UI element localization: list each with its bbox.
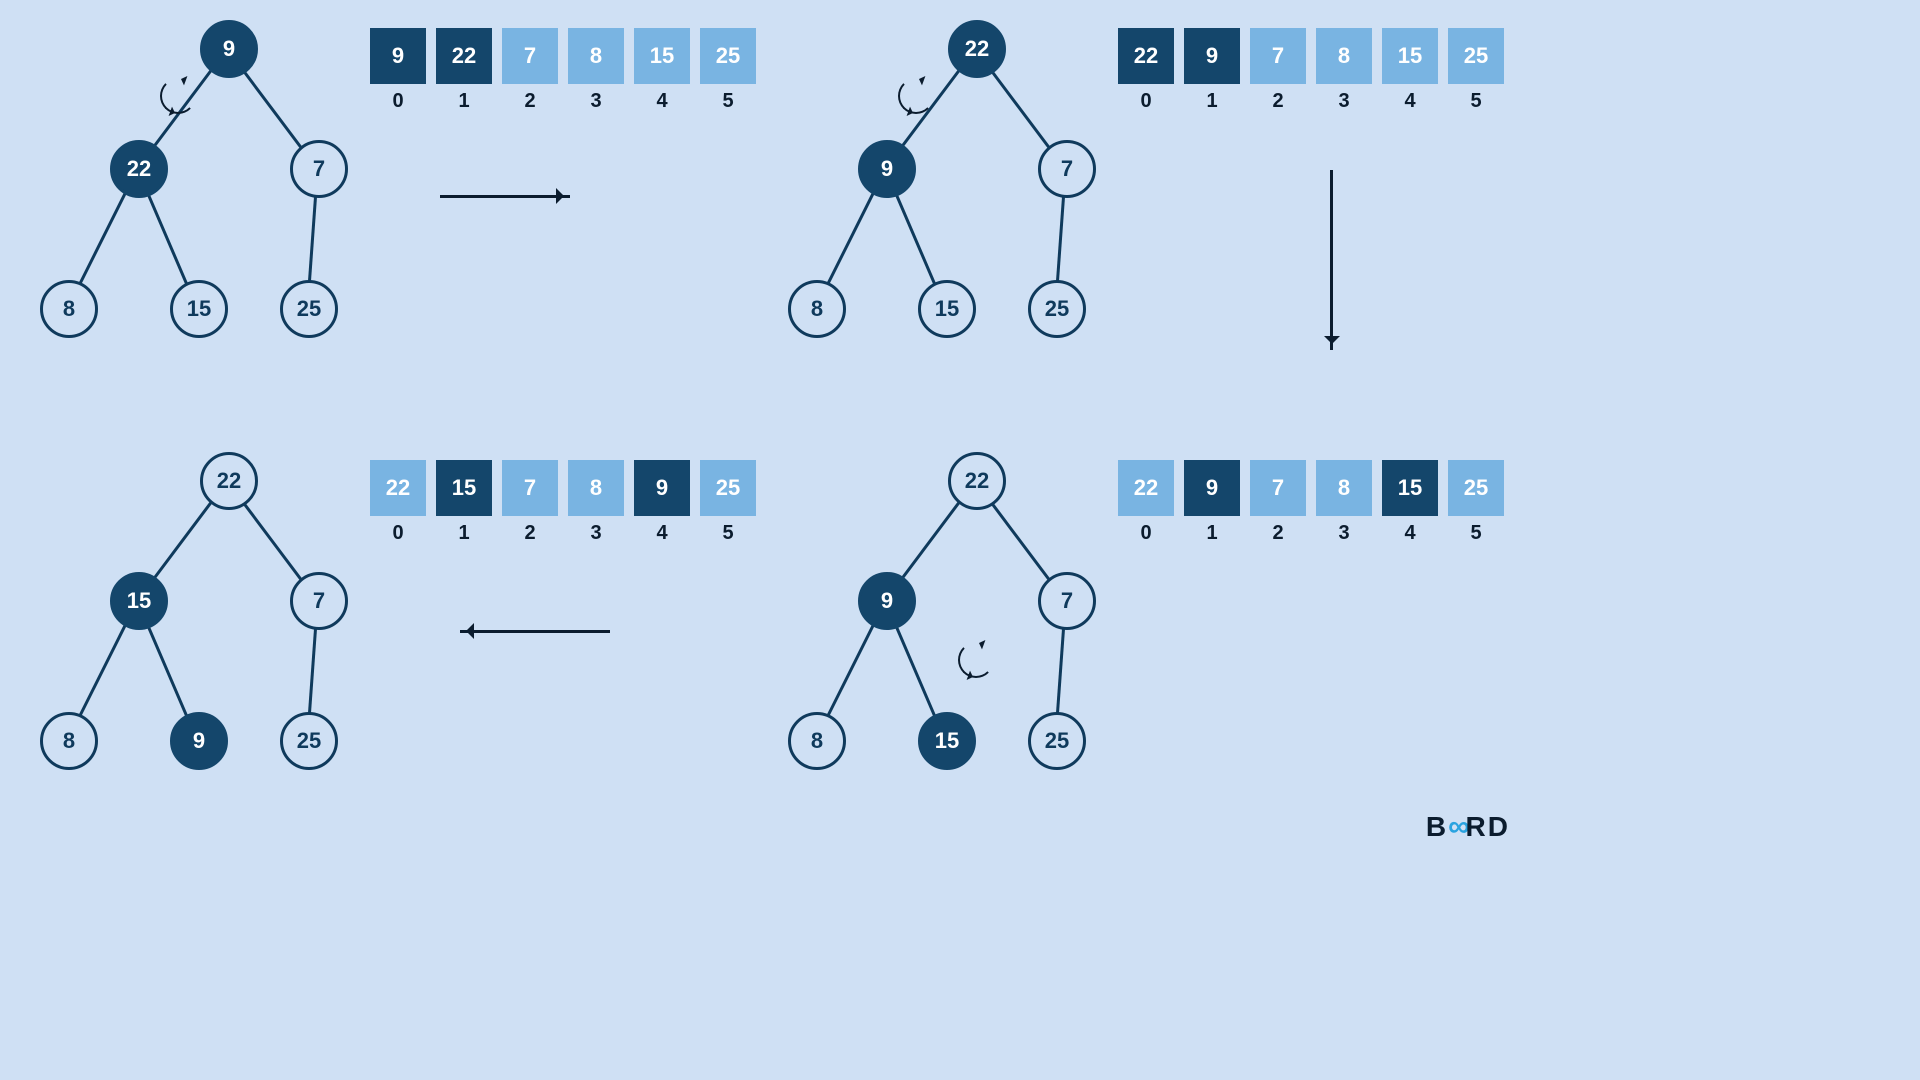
panel-3: 229781525 220917283154255: [768, 432, 1536, 864]
logo: B ∞ RD: [1426, 810, 1510, 844]
logo-pre: B: [1426, 811, 1448, 843]
tree-node: 9: [200, 20, 258, 78]
tree-node: 25: [280, 712, 338, 770]
array-index: 0: [1118, 522, 1174, 545]
tree-p2: 22 9 7 8 15 25: [768, 20, 1118, 360]
swap-icon: [160, 78, 196, 114]
tree-p1: 9 22 7 8 15 25: [20, 20, 370, 360]
tree-node: 8: [788, 280, 846, 338]
array-cell: 91: [1184, 460, 1240, 516]
array-index: 3: [1316, 522, 1372, 545]
array-cell: 255: [1448, 28, 1504, 84]
array-index: 4: [634, 522, 690, 545]
array-index: 4: [1382, 90, 1438, 113]
tree-node: 25: [1028, 712, 1086, 770]
array-index: 5: [700, 90, 756, 113]
array-index: 0: [1118, 90, 1174, 113]
array-index: 2: [502, 90, 558, 113]
array-cell: 154: [1382, 460, 1438, 516]
tree-node: 9: [170, 712, 228, 770]
array-index: 1: [436, 522, 492, 545]
tree-node: 25: [1028, 280, 1086, 338]
array-cell: 255: [700, 28, 756, 84]
tree-node: 25: [280, 280, 338, 338]
array-index: 1: [436, 90, 492, 113]
array-cell: 151: [436, 460, 492, 516]
array-cell: 220: [370, 460, 426, 516]
tree-node: 22: [948, 452, 1006, 510]
tree-node: 8: [40, 712, 98, 770]
array-index: 2: [1250, 522, 1306, 545]
array-cell: 72: [502, 28, 558, 84]
tree-node: 7: [290, 140, 348, 198]
array-p1: 902217283154255: [370, 28, 756, 84]
tree-node: 9: [858, 140, 916, 198]
array-index: 1: [1184, 522, 1240, 545]
array-cell: 154: [634, 28, 690, 84]
array-cell: 154: [1382, 28, 1438, 84]
panel-4: 221578925 220151728394255: [0, 432, 768, 864]
array-cell: 255: [1448, 460, 1504, 516]
array-index: 4: [634, 90, 690, 113]
tree-node: 7: [1038, 572, 1096, 630]
array-cell: 94: [634, 460, 690, 516]
tree-node: 15: [110, 572, 168, 630]
array-index: 3: [568, 522, 624, 545]
array-index: 5: [700, 522, 756, 545]
array-p4: 220151728394255: [370, 460, 756, 516]
tree-node: 7: [290, 572, 348, 630]
array-index: 0: [370, 522, 426, 545]
array-index: 3: [1316, 90, 1372, 113]
array-index: 1: [1184, 90, 1240, 113]
tree-node: 22: [110, 140, 168, 198]
tree-node: 22: [200, 452, 258, 510]
tree-node: 8: [788, 712, 846, 770]
swap-icon: [898, 78, 934, 114]
array-cell: 255: [700, 460, 756, 516]
array-cell: 83: [1316, 460, 1372, 516]
array-cell: 220: [1118, 460, 1174, 516]
tree-p4: 22 15 7 8 9 25: [20, 452, 370, 792]
arrow-right-icon: [440, 195, 570, 198]
array-index: 4: [1382, 522, 1438, 545]
array-cell: 72: [1250, 28, 1306, 84]
array-cell: 221: [436, 28, 492, 84]
array-index: 0: [370, 90, 426, 113]
array-cell: 72: [502, 460, 558, 516]
array-cell: 90: [370, 28, 426, 84]
array-cell: 220: [1118, 28, 1174, 84]
array-cell: 91: [1184, 28, 1240, 84]
logo-infinity-icon: ∞: [1448, 810, 1465, 844]
array-cell: 83: [568, 28, 624, 84]
arrow-down-icon: [1330, 170, 1333, 350]
tree-node: 7: [1038, 140, 1096, 198]
panel-2: 229781525 220917283154255: [768, 0, 1536, 432]
array-index: 2: [502, 522, 558, 545]
logo-post: RD: [1466, 811, 1510, 843]
array-cell: 83: [1316, 28, 1372, 84]
array-index: 5: [1448, 90, 1504, 113]
array-p2: 220917283154255: [1118, 28, 1504, 84]
swap-icon: [958, 642, 994, 678]
tree-node: 15: [918, 280, 976, 338]
array-index: 2: [1250, 90, 1306, 113]
tree-p3: 22 9 7 8 15 25: [768, 452, 1118, 792]
tree-node: 9: [858, 572, 916, 630]
tree-node: 8: [40, 280, 98, 338]
tree-node: 22: [948, 20, 1006, 78]
array-p3: 220917283154255: [1118, 460, 1504, 516]
panel-1: 922781525 902217283154255: [0, 0, 768, 432]
array-index: 5: [1448, 522, 1504, 545]
array-cell: 72: [1250, 460, 1306, 516]
array-cell: 83: [568, 460, 624, 516]
arrow-left-icon: [460, 630, 610, 633]
tree-node: 15: [918, 712, 976, 770]
array-index: 3: [568, 90, 624, 113]
tree-node: 15: [170, 280, 228, 338]
